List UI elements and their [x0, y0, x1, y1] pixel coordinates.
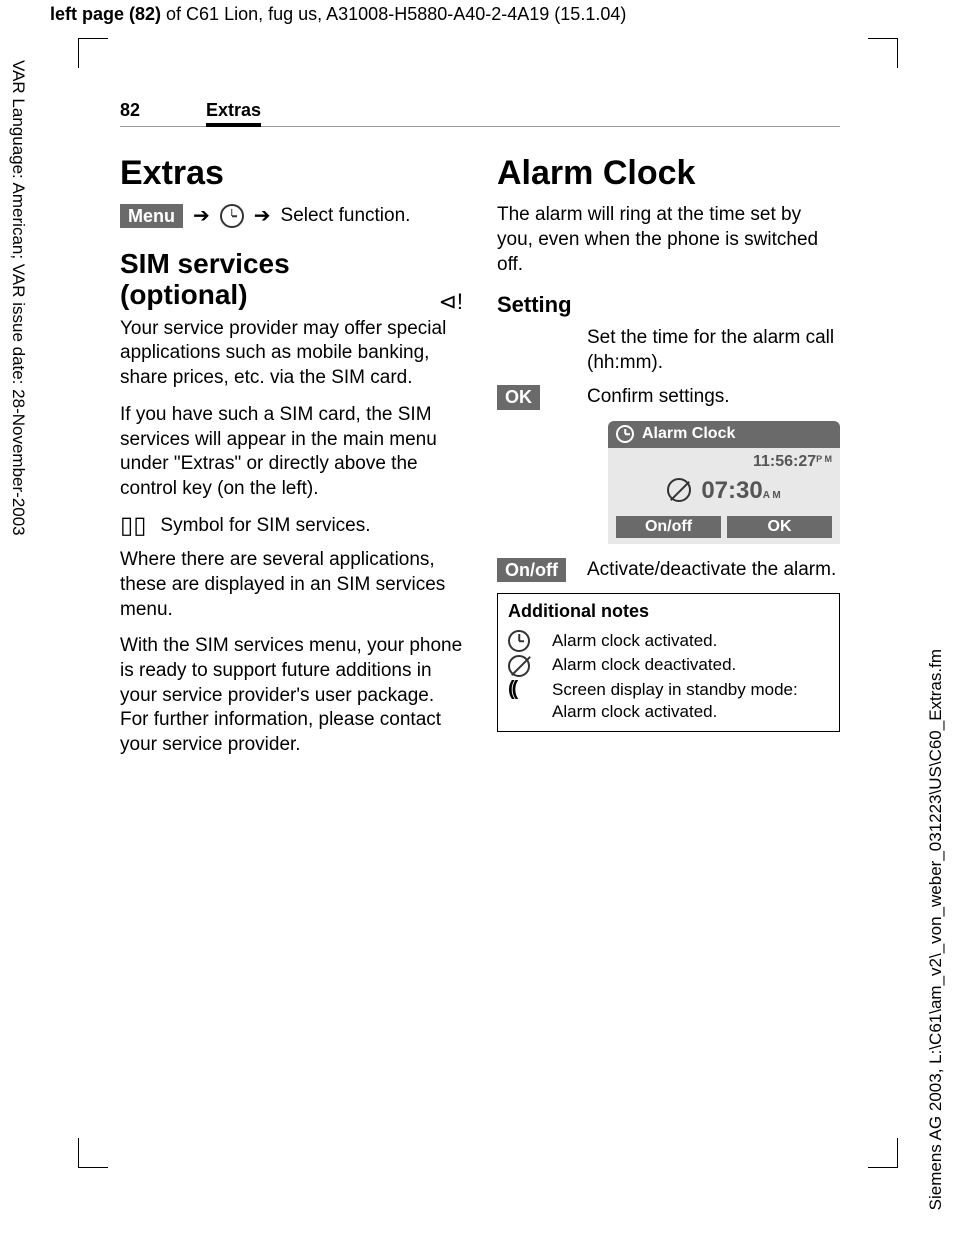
onoff-text: Activate/deactivate the alarm. [587, 558, 840, 584]
right-column: Alarm Clock The alarm will ring at the t… [497, 151, 840, 770]
crop-mark-bottom-right [878, 1148, 898, 1168]
alarm-off-icon [667, 478, 691, 502]
sim-symbol-row: ▯▯ Symbol for SIM services. [120, 514, 463, 539]
note-text: Screen display in standby mode: Alarm cl… [552, 679, 829, 723]
ok-text: Confirm settings. [587, 385, 840, 411]
clock-icon [220, 204, 244, 228]
crop-mark-top-right [878, 38, 898, 58]
running-section: Extras [206, 100, 261, 127]
page-number: 82 [120, 100, 206, 121]
paragraph: Where there are several applications, th… [120, 548, 463, 622]
screen-title-bar: Alarm Clock [608, 421, 840, 448]
screen-alarm-time: 07:30A M [616, 475, 832, 506]
def-onoff: On/off Activate/deactivate the alarm. [497, 558, 840, 584]
menu-softkey: Menu [120, 204, 183, 229]
side-note-left: VAR Language: American; VAR issue date: … [8, 60, 28, 536]
crop-mark-bottom-left [78, 1148, 98, 1168]
arrow-icon: ➔ [254, 203, 271, 229]
paragraph: With the SIM services menu, your phone i… [120, 634, 463, 757]
sim-symbol-label: Symbol for SIM services. [160, 514, 370, 539]
paragraph: Your service provider may offer special … [120, 317, 463, 391]
def-ok: OK Confirm settings. [497, 385, 840, 411]
phone-screen-mock: Alarm Clock 11:56:27P M 07:30A M On/off … [608, 421, 840, 544]
alarm-off-icon [508, 655, 530, 677]
additional-notes-box: Additional notes Alarm clock activated. … [497, 593, 840, 732]
arrow-icon: ➔ [193, 203, 210, 229]
crop-mark-top-left [78, 38, 98, 58]
sim-card-icon: ▯▯ [120, 514, 146, 539]
screen-current-time: 11:56:27P M [616, 452, 832, 473]
softkey-onoff: On/off [616, 516, 721, 538]
notes-heading: Additional notes [508, 600, 829, 623]
alarm-intro: The alarm will ring at the time set by y… [497, 203, 840, 277]
setting-heading: Setting [497, 291, 840, 320]
alarm-on-icon [508, 630, 530, 652]
clock-icon [616, 425, 634, 443]
build-header: left page (82) of C61 Lion, fug us, A310… [0, 0, 954, 25]
def-set-time: Set the time for the alarm call (hh:mm). [497, 326, 840, 375]
left-column: Extras Menu ➔ ➔ Select function. SIM ser… [120, 151, 463, 770]
chapter-title-extras: Extras [120, 151, 463, 195]
screen-title: Alarm Clock [642, 424, 735, 445]
note-text: Alarm clock deactivated. [552, 654, 736, 676]
set-time-text: Set the time for the alarm call (hh:mm). [587, 326, 840, 375]
screen-softkeys: On/off OK [616, 516, 832, 538]
softkey-ok: OK [727, 516, 832, 538]
paragraph: If you have such a SIM card, the SIM ser… [120, 403, 463, 502]
sim-services-heading: SIM services (optional) [120, 249, 290, 311]
onoff-softkey: On/off [497, 558, 566, 583]
page-content: 82 Extras Extras Menu ➔ ➔ Select functio… [120, 100, 840, 770]
note-text: Alarm clock activated. [552, 630, 717, 652]
standby-alarm-icon [508, 679, 515, 699]
menu-path-text: Select function. [281, 204, 411, 229]
side-note-right: Siemens AG 2003, L:\C61\am_v2\_von_weber… [926, 649, 946, 1210]
running-header: 82 Extras [120, 100, 840, 127]
chapter-title-alarm: Alarm Clock [497, 151, 840, 195]
provider-icon: ⊲! [438, 288, 463, 317]
ok-softkey: OK [497, 385, 540, 410]
menu-path: Menu ➔ ➔ Select function. [120, 203, 463, 229]
